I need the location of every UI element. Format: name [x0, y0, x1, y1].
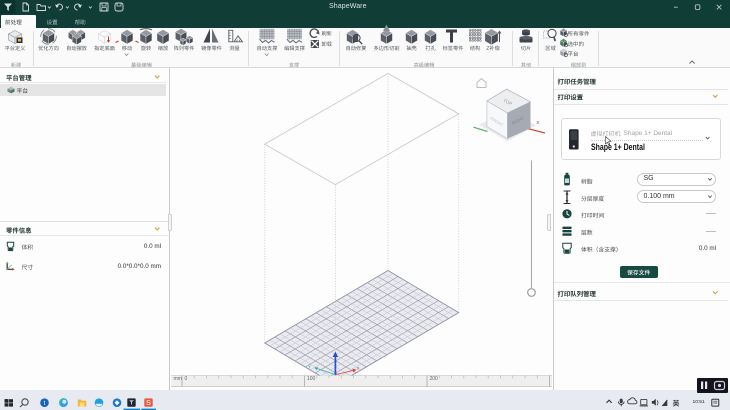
svg-text:S: S — [146, 398, 151, 407]
